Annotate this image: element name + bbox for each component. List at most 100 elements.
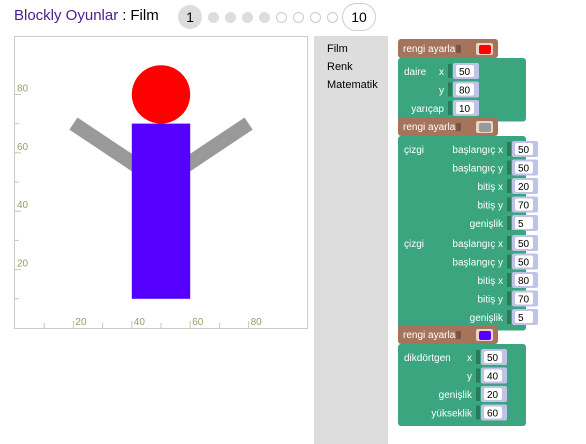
current-level-bubble[interactable]: 1 xyxy=(178,5,202,29)
number-value[interactable]: 70 xyxy=(518,201,530,212)
number-value[interactable]: 50 xyxy=(518,239,530,250)
visualization-panel: 80 60 40 20 20 40 60 80 xyxy=(14,36,308,329)
set-color-label: rengi ayarla xyxy=(403,122,456,133)
blocks-canvas: rengi ayarladaire x 50y 80yarıçap 10rengi ay… xyxy=(398,39,538,426)
block-param-label: bitiş x xyxy=(477,182,503,193)
block-param-label: y xyxy=(439,86,444,97)
block-title: çizgi xyxy=(404,239,424,250)
block-param-label: başlangıç x xyxy=(452,145,503,156)
number-value[interactable]: 5 xyxy=(518,219,524,230)
y-axis-label: 60 xyxy=(17,142,29,153)
number-value[interactable]: 20 xyxy=(518,182,530,193)
y-axis-label: 80 xyxy=(17,83,29,94)
input-notch xyxy=(476,405,480,420)
input-notch xyxy=(476,387,480,401)
block-param-label: bitiş y xyxy=(477,201,503,212)
set-color-block-blue[interactable]: rengi ayarla xyxy=(398,325,498,344)
input-notch xyxy=(507,254,511,269)
set-color-block-red[interactable]: rengi ayarla xyxy=(398,39,498,58)
input-notch xyxy=(456,123,461,131)
number-value[interactable]: 40 xyxy=(487,372,499,383)
set-color-block-gray[interactable]: rengi ayarla xyxy=(398,117,498,136)
input-notch xyxy=(476,350,480,364)
color-swatch[interactable] xyxy=(479,45,491,54)
block-param-label: genişlik xyxy=(470,219,504,230)
body-rectangle xyxy=(131,123,191,299)
level-dot[interactable] xyxy=(242,11,253,23)
header: Blockly Oyunlar : Film xyxy=(14,0,159,30)
x-axis-label: 40 xyxy=(134,317,146,328)
toolbox: Film Renk Matematik xyxy=(314,36,388,444)
input-notch xyxy=(507,142,511,156)
line-block-2[interactable]: çizgi başlangıç x 50 başlangıç y 50 bitiş x 80… xyxy=(398,230,538,331)
y-axis-label: 40 xyxy=(17,200,29,211)
input-notch xyxy=(448,64,452,78)
number-value[interactable]: 50 xyxy=(518,258,530,269)
circle-block[interactable]: daire x 50 y 80 yarıçap 10 xyxy=(398,58,526,122)
number-value[interactable]: 50 xyxy=(459,67,471,78)
set-color-label: rengi ayarla xyxy=(403,330,456,341)
level-dot[interactable] xyxy=(225,11,236,23)
level-dot[interactable] xyxy=(327,11,338,23)
last-level-bubble[interactable]: 10 xyxy=(342,3,376,31)
color-swatch[interactable] xyxy=(479,123,491,132)
block-param-label: başlangıç y xyxy=(452,164,503,175)
input-notch xyxy=(507,291,511,306)
input-notch xyxy=(507,216,511,230)
app-title-link[interactable]: Blockly Oyunlar xyxy=(14,7,118,24)
head-circle xyxy=(131,65,191,124)
input-notch xyxy=(507,160,511,175)
input-notch xyxy=(448,101,452,115)
x-axis-label: 80 xyxy=(251,317,263,328)
level-dots xyxy=(202,11,338,23)
level-dot[interactable] xyxy=(208,11,219,23)
number-value[interactable]: 60 xyxy=(487,409,499,420)
level-pager: 1 10 xyxy=(178,3,376,31)
x-axis-label: 20 xyxy=(75,317,87,328)
rectangle-block[interactable]: dikdörtgen x 50 y 40 genişlik 20 yükseklik 60 xyxy=(398,344,526,426)
block-param-label: y xyxy=(467,372,472,383)
number-value[interactable]: 50 xyxy=(487,353,499,364)
block-param-label: başlangıç y xyxy=(452,258,503,269)
title-separator: : xyxy=(122,6,127,24)
page-title: Film xyxy=(130,6,159,24)
input-notch xyxy=(456,331,461,339)
input-notch xyxy=(448,82,452,97)
number-value[interactable]: 70 xyxy=(518,295,530,306)
toolbox-category-matematik[interactable]: Matematik xyxy=(327,76,388,94)
input-notch xyxy=(507,179,511,193)
block-title: çizgi xyxy=(404,145,424,156)
number-value[interactable]: 5 xyxy=(518,313,524,324)
level-dot[interactable] xyxy=(259,11,270,23)
block-title: dikdörtgen xyxy=(404,353,451,364)
number-value[interactable]: 20 xyxy=(487,390,499,401)
level-dot[interactable] xyxy=(310,11,321,23)
block-param-label: bitiş y xyxy=(477,295,503,306)
level-dot[interactable] xyxy=(276,11,287,23)
number-value[interactable]: 10 xyxy=(459,104,471,115)
block-param-label: genişlik xyxy=(470,313,504,324)
x-axis-label: 60 xyxy=(192,317,204,328)
number-value[interactable]: 80 xyxy=(518,276,530,287)
number-value[interactable]: 50 xyxy=(518,164,530,175)
color-swatch[interactable] xyxy=(479,331,491,340)
block-param-label: bitiş x xyxy=(477,276,503,287)
input-notch xyxy=(507,236,511,250)
drawing-canvas: 80 60 40 20 20 40 60 80 xyxy=(15,65,263,328)
input-notch xyxy=(476,368,480,383)
y-axis-label: 20 xyxy=(17,259,29,270)
block-param-label: yarıçap xyxy=(411,104,444,115)
number-value[interactable]: 80 xyxy=(459,86,471,97)
blocks-workspace[interactable]: rengi ayarla daire x 50 y 80 yarıçap 10 rengi ay… xyxy=(388,36,586,444)
block-param-label: x xyxy=(467,353,472,364)
set-color-label: rengi ayarla xyxy=(403,44,456,55)
line-block-1[interactable]: çizgi başlangıç x 50 başlangıç y 50 bitiş x 20… xyxy=(398,136,538,237)
level-dot[interactable] xyxy=(293,11,304,23)
number-value[interactable]: 50 xyxy=(518,145,530,156)
input-notch xyxy=(456,45,461,53)
block-title: daire xyxy=(404,67,427,78)
input-notch xyxy=(507,197,511,212)
toolbox-category-renk[interactable]: Renk xyxy=(327,58,388,76)
toolbox-category-film[interactable]: Film xyxy=(327,40,388,58)
block-param-label: yükseklik xyxy=(431,409,473,420)
